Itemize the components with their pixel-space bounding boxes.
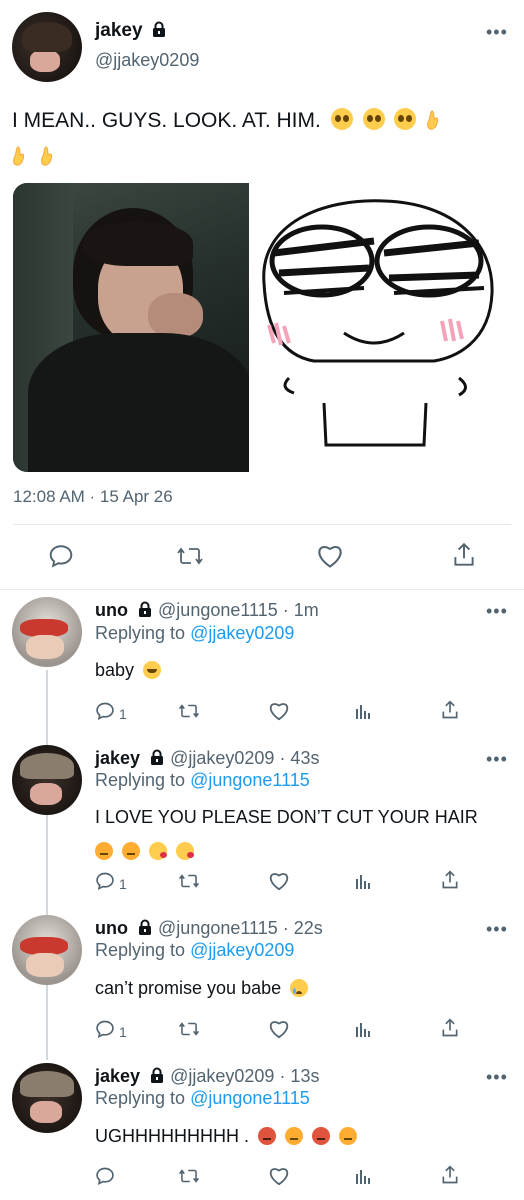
like-icon[interactable] [316, 543, 344, 574]
thread-line [46, 815, 48, 915]
tweet-photo-doodle[interactable] [254, 183, 500, 472]
avatar[interactable] [12, 915, 82, 985]
reply-time[interactable]: · 22s [283, 918, 323, 938]
retweet-icon[interactable] [176, 543, 204, 574]
replying-to-label: Replying to [95, 1088, 186, 1108]
avatar[interactable] [12, 745, 82, 815]
like-icon[interactable] [268, 1019, 290, 1044]
more-icon[interactable]: ••• [486, 749, 508, 770]
reply-count: 1 [119, 875, 127, 892]
reply-count: 1 [119, 1023, 127, 1040]
divider [0, 589, 524, 590]
reply-text: I LOVE YOU PLEASE DON’T CUT YOUR HAIR [95, 807, 478, 827]
thread-line [46, 670, 48, 745]
replying-to-label: Replying to [95, 770, 186, 790]
replying-to-label: Replying to [95, 940, 186, 960]
avatar[interactable] [12, 1063, 82, 1133]
reply-icon[interactable] [48, 543, 74, 574]
reply-text: baby [95, 660, 135, 680]
analytics-icon[interactable] [354, 1166, 372, 1191]
replying-to-handle[interactable]: @jungone1115 [190, 1088, 310, 1108]
more-icon[interactable]: ••• [486, 1067, 508, 1088]
kissing-heart-face-emoji [149, 842, 168, 860]
reply-time[interactable]: · 1m [283, 600, 319, 620]
thread-line [46, 985, 48, 1060]
reply-icon[interactable] [95, 701, 115, 726]
reply-icon[interactable] [95, 871, 115, 896]
reply-author-name[interactable]: uno [95, 918, 128, 938]
divider [13, 524, 511, 525]
analytics-icon[interactable] [354, 701, 372, 726]
angry-face-emoji [95, 842, 113, 860]
kissing-heart-face-emoji [176, 842, 195, 860]
share-icon[interactable] [440, 1164, 460, 1191]
reply-icon[interactable] [95, 1166, 115, 1191]
more-icon[interactable]: ••• [486, 22, 508, 43]
like-icon[interactable] [268, 1166, 290, 1191]
analytics-icon[interactable] [354, 871, 372, 896]
replying-to-handle[interactable]: @jungone1115 [190, 770, 310, 790]
pouting-face-emoji [258, 1127, 277, 1145]
replying-to-label: Replying to [95, 623, 186, 643]
reply-author-handle[interactable]: @jungone1115 [158, 600, 278, 620]
angry-face-emoji [122, 842, 141, 860]
avatar[interactable] [12, 597, 82, 667]
share-icon[interactable] [451, 541, 477, 574]
pleading-face-emoji [362, 108, 385, 130]
lock-icon [151, 21, 167, 43]
tweet-photo-portrait[interactable] [13, 183, 249, 472]
author-handle[interactable]: @jjakey0209 [95, 50, 199, 71]
retweet-icon[interactable] [178, 1166, 200, 1191]
reply-time[interactable]: · 13s [279, 1066, 319, 1086]
ok-hand-emoji [12, 143, 26, 166]
avatar[interactable] [12, 12, 82, 82]
retweet-icon[interactable] [178, 1019, 200, 1044]
lock-icon [149, 749, 165, 771]
reply-text: can’t promise you babe [95, 978, 282, 998]
author-name[interactable]: jakey [95, 20, 143, 41]
reply-author-handle[interactable]: @jjakey0209 [170, 748, 274, 768]
reply-author-handle[interactable]: @jungone1115 [158, 918, 278, 938]
replying-to-handle[interactable]: @jjakey0209 [190, 940, 294, 960]
ok-hand-emoji [40, 143, 54, 166]
replying-to-handle[interactable]: @jjakey0209 [190, 623, 294, 643]
more-icon[interactable]: ••• [486, 919, 508, 940]
analytics-icon[interactable] [354, 1019, 372, 1044]
crying-face-emoji [290, 979, 309, 997]
reply-author-name[interactable]: jakey [95, 1066, 140, 1086]
reply-icon[interactable] [95, 1019, 115, 1044]
retweet-icon[interactable] [178, 871, 200, 896]
grinning-squinting-face-emoji [143, 661, 162, 679]
pleading-face-emoji [394, 108, 417, 130]
retweet-icon[interactable] [178, 701, 200, 726]
reply-author-handle[interactable]: @jjakey0209 [170, 1066, 274, 1086]
angry-face-emoji [339, 1127, 358, 1145]
tweet-text: I MEAN.. GUYS. LOOK. AT. HIM. [12, 109, 321, 132]
pleading-face-emoji [330, 108, 353, 130]
pouting-face-emoji [312, 1127, 331, 1145]
angry-face-emoji [285, 1127, 304, 1145]
share-icon[interactable] [440, 1017, 460, 1044]
reply-count: 1 [119, 705, 127, 722]
reply-author-name[interactable]: jakey [95, 748, 140, 768]
lock-icon [149, 1067, 165, 1089]
ok-hand-emoji [426, 107, 440, 130]
share-icon[interactable] [440, 869, 460, 896]
reply-author-name[interactable]: uno [95, 600, 128, 620]
lock-icon [137, 919, 153, 941]
lock-icon [137, 601, 153, 623]
like-icon[interactable] [268, 701, 290, 726]
reply-text: UGHHHHHHHHH . [95, 1126, 249, 1146]
share-icon[interactable] [440, 699, 460, 726]
reply-time[interactable]: · 43s [279, 748, 319, 768]
tweet-text-block: I MEAN.. GUYS. LOOK. AT. HIM. [12, 103, 512, 175]
like-icon[interactable] [268, 871, 290, 896]
more-icon[interactable]: ••• [486, 601, 508, 622]
tweet-timestamp[interactable]: 12:08 AM · 15 Apr 26 [13, 487, 173, 507]
